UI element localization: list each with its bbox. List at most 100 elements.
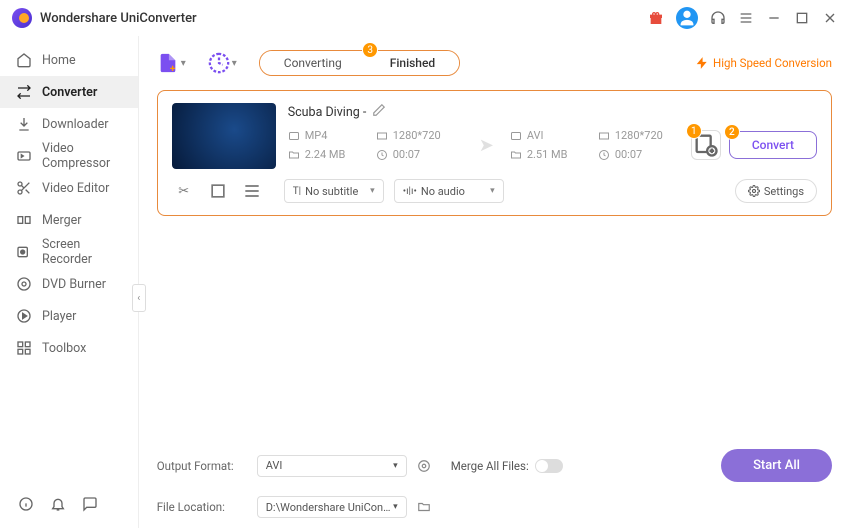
sidebar: Home Converter Downloader Video Compress… — [0, 36, 139, 528]
convert-button[interactable]: 2 Convert — [729, 131, 817, 159]
menu-icon[interactable] — [738, 10, 754, 26]
film-icon — [510, 130, 522, 142]
start-all-button[interactable]: Start All — [721, 449, 832, 482]
clock-icon — [376, 149, 388, 161]
sidebar-item-recorder[interactable]: Screen Recorder — [0, 236, 138, 268]
output-format-label: Output Format: — [157, 459, 247, 473]
gear-icon — [748, 185, 760, 197]
high-speed-label: High Speed Conversion — [713, 56, 832, 70]
grid-icon — [16, 340, 32, 356]
audio-select[interactable]: •ı|ı• No audio ▾ — [394, 179, 504, 203]
audio-icon: •ı|ı• — [403, 186, 417, 197]
sidebar-item-editor[interactable]: Video Editor — [0, 172, 138, 204]
arrow-icon: ➤ — [479, 135, 494, 156]
convert-label: Convert — [752, 138, 794, 152]
open-folder-icon[interactable] — [417, 500, 431, 514]
high-speed-link[interactable]: High Speed Conversion — [695, 56, 832, 70]
info-icon[interactable] — [18, 496, 34, 512]
content-area: + ▾ ▾ Converting Finished 3 High Speed C… — [139, 36, 850, 528]
sidebar-item-label: Video Editor — [42, 181, 109, 196]
add-file-icon: + — [157, 52, 179, 74]
sidebar-item-merger[interactable]: Merger — [0, 204, 138, 236]
bell-icon[interactable] — [50, 496, 66, 512]
merge-label: Merge All Files: — [451, 459, 529, 473]
sidebar-item-player[interactable]: Player — [0, 300, 138, 332]
add-url-button[interactable]: ▾ — [208, 52, 237, 74]
dst-dur: 00:07 — [615, 148, 642, 161]
sidebar-item-downloader[interactable]: Downloader — [0, 108, 138, 140]
titlebar: Wondershare UniConverter — [0, 0, 850, 36]
bolt-icon — [695, 56, 709, 70]
sidebar-item-label: Downloader — [42, 117, 109, 132]
dst-format: AVI — [527, 129, 544, 142]
scissors-icon — [16, 180, 32, 196]
sidebar-item-toolbox[interactable]: Toolbox — [0, 332, 138, 364]
sidebar-item-label: Player — [42, 309, 76, 324]
settings-button[interactable]: Settings — [735, 179, 817, 203]
play-icon — [16, 308, 32, 324]
src-res: 1280*720 — [393, 129, 441, 142]
subtitle-icon: T| — [293, 186, 301, 197]
output-preset-button[interactable]: 1 — [691, 130, 721, 160]
trim-icon[interactable]: ✂ — [172, 181, 196, 201]
src-size: 2.24 MB — [305, 148, 346, 161]
clock-icon — [598, 149, 610, 161]
film-icon — [288, 130, 300, 142]
sidebar-item-label: Toolbox — [42, 341, 86, 356]
effect-icon[interactable] — [240, 181, 264, 201]
headphones-icon[interactable] — [710, 10, 726, 26]
svg-text:+: + — [170, 64, 176, 74]
sidebar-item-label: Converter — [42, 85, 97, 100]
rename-icon[interactable] — [372, 103, 386, 121]
sidebar-item-label: Screen Recorder — [42, 237, 122, 267]
step-badge-2: 2 — [724, 124, 740, 140]
sidebar-item-home[interactable]: Home — [0, 44, 138, 76]
download-icon — [16, 116, 32, 132]
sidebar-item-compressor[interactable]: Video Compressor — [0, 140, 138, 172]
file-title: Scuba Diving - — [288, 105, 367, 120]
sidebar-item-label: Home — [42, 53, 76, 68]
subtitle-label: No subtitle — [305, 185, 358, 198]
converter-icon — [16, 84, 32, 100]
tab-finished[interactable]: Finished — [366, 51, 459, 75]
user-avatar[interactable] — [676, 7, 698, 29]
add-url-icon — [208, 52, 230, 74]
app-title: Wondershare UniConverter — [40, 11, 197, 26]
dst-res: 1280*720 — [615, 129, 663, 142]
gift-icon[interactable] — [648, 10, 664, 26]
merge-toggle[interactable] — [535, 459, 563, 473]
output-settings-icon[interactable] — [417, 459, 431, 473]
output-format-select[interactable]: AVI ▾ — [257, 455, 407, 477]
status-tabs: Converting Finished — [259, 50, 460, 76]
crop-icon[interactable] — [206, 181, 230, 201]
src-dur: 00:07 — [393, 148, 420, 161]
merge-icon — [16, 212, 32, 228]
sidebar-item-converter[interactable]: Converter — [0, 76, 138, 108]
maximize-icon[interactable] — [794, 10, 810, 26]
tab-converting[interactable]: Converting — [260, 51, 366, 75]
sidebar-item-label: Video Compressor — [42, 141, 122, 171]
resolution-icon — [376, 130, 388, 142]
home-icon — [16, 52, 32, 68]
minimize-icon[interactable] — [766, 10, 782, 26]
feedback-icon[interactable] — [82, 496, 98, 512]
folder-icon — [288, 149, 300, 161]
video-thumbnail[interactable] — [172, 103, 276, 169]
sidebar-item-dvd[interactable]: DVD Burner — [0, 268, 138, 300]
app-logo — [12, 8, 32, 28]
subtitle-select[interactable]: T| No subtitle ▾ — [284, 179, 384, 203]
file-card: Scuba Diving - MP4 2.24 MB 1280*720 00:0… — [157, 90, 832, 216]
sidebar-item-label: DVD Burner — [42, 277, 106, 292]
step-badge-1: 1 — [686, 123, 702, 139]
close-icon[interactable] — [822, 10, 838, 26]
location-select[interactable]: D:\Wondershare UniConverter ▾ — [257, 496, 407, 518]
audio-label: No audio — [421, 185, 465, 198]
add-file-button[interactable]: + ▾ — [157, 52, 186, 74]
resolution-icon — [598, 130, 610, 142]
location-value: D:\Wondershare UniConverter — [266, 501, 393, 514]
recorder-icon — [16, 244, 32, 260]
disc-icon — [16, 276, 32, 292]
settings-label: Settings — [764, 185, 804, 198]
location-label: File Location: — [157, 500, 247, 514]
src-format: MP4 — [305, 129, 328, 142]
